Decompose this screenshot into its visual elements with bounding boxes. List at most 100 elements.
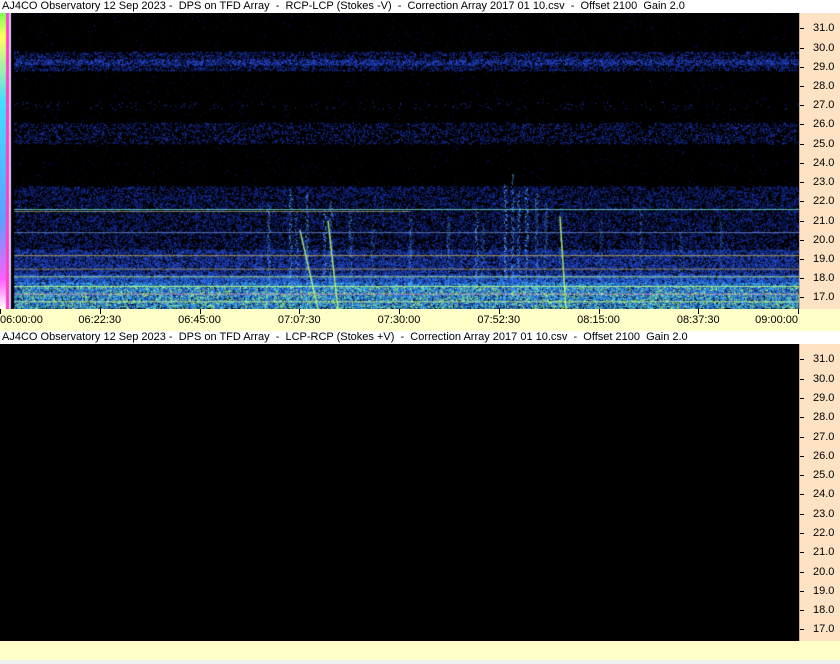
tick-mark bbox=[800, 239, 804, 241]
tick-mark bbox=[800, 259, 804, 261]
tick-mark bbox=[800, 513, 804, 515]
frequency-tick: 23.0 bbox=[800, 176, 840, 188]
frequency-tick: 22.0 bbox=[800, 527, 840, 539]
frequency-tick-label: 24.0 bbox=[813, 488, 835, 501]
frequency-tick: 24.0 bbox=[800, 488, 840, 500]
frequency-tick-label: 19.0 bbox=[813, 584, 835, 597]
frequency-tick-label: 25.0 bbox=[813, 469, 835, 482]
frequency-tick: 30.0 bbox=[800, 373, 840, 385]
frequency-tick: 27.0 bbox=[800, 99, 840, 111]
frequency-tick: 25.0 bbox=[800, 138, 840, 150]
tick-mark bbox=[800, 629, 804, 631]
tick-mark bbox=[800, 475, 804, 477]
tick-mark bbox=[800, 398, 804, 399]
frequency-tick: 23.0 bbox=[800, 508, 840, 520]
frequency-tick-label: 21.0 bbox=[813, 214, 835, 227]
frequency-tick-label: 29.0 bbox=[813, 60, 835, 73]
frequency-tick: 19.0 bbox=[800, 585, 840, 597]
frequency-tick-label: 25.0 bbox=[813, 137, 835, 150]
tick-mark bbox=[800, 378, 804, 380]
tick-mark bbox=[800, 436, 804, 438]
panel1-spectrogram[interactable] bbox=[0, 13, 799, 309]
tick-mark bbox=[800, 417, 804, 419]
frequency-tick-label: 27.0 bbox=[813, 430, 835, 443]
frequency-tick-label: 19.0 bbox=[813, 253, 835, 266]
frequency-tick-label: 20.0 bbox=[813, 565, 835, 578]
footer-strip bbox=[0, 660, 840, 664]
tick-mark bbox=[800, 590, 804, 592]
frequency-tick-label: 31.0 bbox=[813, 353, 835, 366]
panel1-time-axis: 06:00:00 06:22:30 06:45:00 07:07:30 07:30:00… bbox=[0, 309, 840, 331]
tick-mark bbox=[800, 124, 804, 126]
panel2-time-axis bbox=[0, 641, 840, 660]
frequency-tick-label: 23.0 bbox=[813, 507, 835, 520]
panel2-spectrogram-canvas bbox=[0, 344, 799, 641]
panel1-title: AJ4CO Observatory 12 Sep 2023 - DPS on T… bbox=[0, 0, 840, 13]
tick-mark bbox=[800, 359, 804, 361]
frequency-tick: 20.0 bbox=[800, 566, 840, 578]
tick-mark bbox=[800, 455, 804, 457]
time-tick-label: 08:37:30 bbox=[676, 314, 720, 326]
frequency-tick: 19.0 bbox=[800, 253, 840, 265]
tick-mark bbox=[800, 162, 804, 164]
frequency-tick-label: 22.0 bbox=[813, 195, 835, 208]
tick-mark bbox=[800, 610, 804, 612]
frequency-tick-label: 26.0 bbox=[813, 449, 835, 462]
frequency-tick-label: 30.0 bbox=[813, 41, 835, 54]
time-tick-label: 06:22:30 bbox=[78, 314, 122, 326]
frequency-tick: 29.0 bbox=[800, 61, 840, 73]
tick-mark bbox=[800, 47, 804, 49]
tick-mark bbox=[800, 201, 804, 203]
panel1-spectrogram-canvas bbox=[0, 13, 799, 309]
tick-mark bbox=[800, 278, 804, 280]
frequency-tick: 22.0 bbox=[800, 195, 840, 207]
frequency-tick: 21.0 bbox=[800, 546, 840, 558]
frequency-tick: 26.0 bbox=[800, 118, 840, 130]
tick-mark bbox=[800, 220, 804, 222]
frequency-tick: 27.0 bbox=[800, 431, 840, 443]
frequency-tick-label: 17.0 bbox=[813, 623, 835, 636]
frequency-tick: 26.0 bbox=[800, 450, 840, 462]
time-tick-label: 08:15:00 bbox=[577, 314, 620, 326]
frequency-tick-label: 18.0 bbox=[813, 604, 835, 617]
tick-mark bbox=[800, 105, 804, 107]
tick-mark bbox=[800, 571, 804, 573]
panel2-frequency-axis: 31.0 30.0 29.0 28.0 27.0 26.0 25.0 24.0 23.0 22.0… bbox=[799, 344, 840, 641]
panel1-frequency-axis: 31.0 30.0 29.0 28.0 27.0 26.0 25.0 24.0 23.0 22.0… bbox=[799, 13, 840, 309]
frequency-tick: 24.0 bbox=[800, 157, 840, 169]
frequency-tick: 21.0 bbox=[800, 215, 840, 227]
tick-mark bbox=[800, 182, 804, 184]
tick-mark bbox=[800, 533, 804, 534]
frequency-tick-label: 21.0 bbox=[813, 546, 835, 559]
time-tick-label: 09:00:00 bbox=[755, 314, 798, 326]
frequency-tick-label: 28.0 bbox=[813, 411, 835, 424]
frequency-tick: 17.0 bbox=[800, 291, 840, 303]
frequency-tick: 28.0 bbox=[800, 411, 840, 423]
frequency-tick-label: 18.0 bbox=[813, 272, 835, 285]
frequency-tick: 18.0 bbox=[800, 604, 840, 616]
time-tick-label: 07:30:00 bbox=[377, 314, 421, 326]
tick-mark bbox=[800, 28, 804, 30]
frequency-tick-label: 29.0 bbox=[813, 392, 835, 404]
frequency-tick: 25.0 bbox=[800, 469, 840, 481]
frequency-tick-label: 22.0 bbox=[813, 527, 835, 539]
frequency-tick-label: 31.0 bbox=[813, 22, 835, 35]
panel2-spectrogram[interactable] bbox=[0, 344, 799, 641]
tick-mark bbox=[800, 86, 804, 88]
frequency-tick: 17.0 bbox=[800, 623, 840, 635]
tick-mark bbox=[798, 309, 799, 314]
frequency-tick-label: 26.0 bbox=[813, 118, 835, 131]
time-tick-label: 06:00:00 bbox=[0, 314, 43, 326]
tick-mark bbox=[800, 297, 804, 299]
frequency-tick-label: 20.0 bbox=[813, 233, 835, 246]
frequency-tick: 28.0 bbox=[800, 80, 840, 92]
frequency-tick: 31.0 bbox=[800, 353, 840, 365]
panel2-title: AJ4CO Observatory 12 Sep 2023 - DPS on T… bbox=[0, 331, 840, 344]
frequency-tick-label: 23.0 bbox=[813, 176, 835, 189]
frequency-tick-label: 17.0 bbox=[813, 291, 835, 304]
tick-mark bbox=[800, 143, 804, 145]
frequency-tick: 18.0 bbox=[800, 272, 840, 284]
frequency-tick: 31.0 bbox=[800, 22, 840, 34]
time-tick-label: 06:45:00 bbox=[178, 314, 221, 326]
frequency-tick: 30.0 bbox=[800, 42, 840, 54]
